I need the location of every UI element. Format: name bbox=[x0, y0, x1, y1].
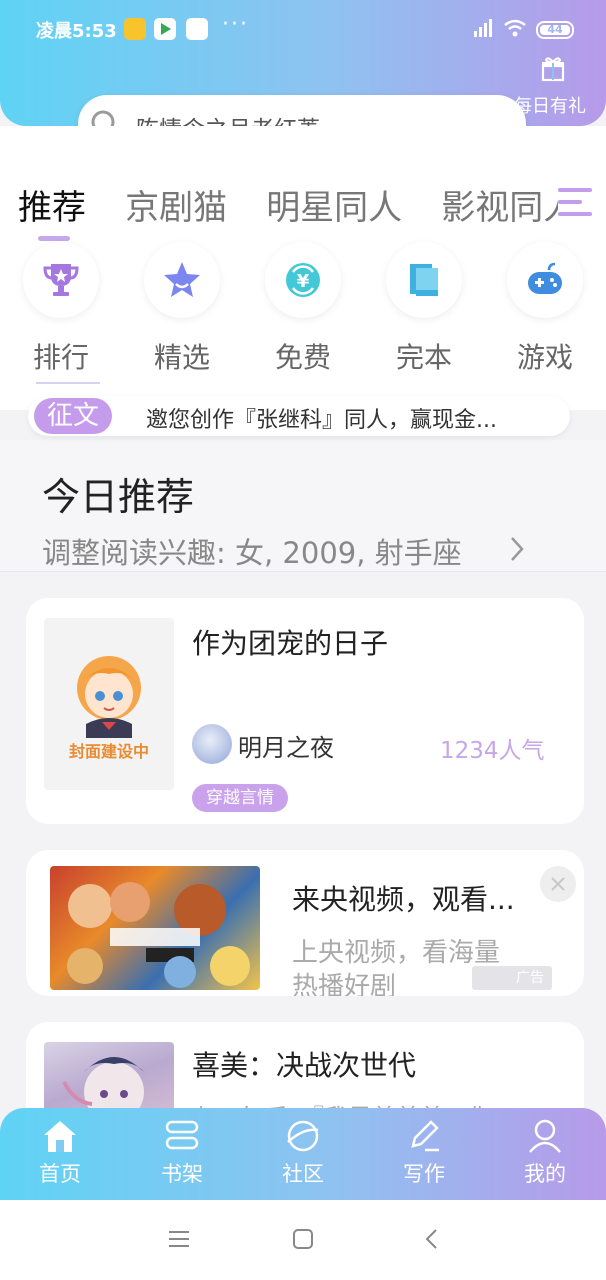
quick-link-free[interactable]: ¥ 免费 bbox=[261, 242, 345, 376]
quick-link-label: 精选 bbox=[153, 341, 210, 374]
nav-label: 社区 bbox=[282, 1162, 324, 1186]
quick-link-free-circle: ¥ bbox=[265, 242, 341, 318]
svg-text:¥: ¥ bbox=[297, 271, 310, 292]
quick-link-label: 排行 bbox=[32, 341, 89, 374]
book-title[interactable]: 作为团宠的日子 bbox=[192, 622, 388, 662]
tab-tv-fanfic[interactable]: 影视同人 bbox=[441, 180, 558, 229]
user-icon bbox=[529, 1119, 561, 1153]
close-icon bbox=[551, 877, 565, 891]
contest-notice[interactable]: 征文 邀您创作『张继科』同人，赢现金... bbox=[28, 396, 570, 436]
planet-icon bbox=[287, 1120, 319, 1152]
menu-icon[interactable] bbox=[166, 1226, 192, 1252]
active-tab-indicator bbox=[38, 236, 70, 241]
nav-home[interactable]: 首页 bbox=[10, 1118, 110, 1188]
mi-app-icon bbox=[186, 18, 208, 40]
ad-card[interactable]: 来央视频，观看... 上央视频，看海量热播好剧 广告 bbox=[26, 850, 584, 996]
cover-placeholder-label: 封面建设中 bbox=[68, 742, 149, 761]
book-title[interactable]: 喜美：决战次世代 bbox=[192, 1044, 416, 1084]
contest-badge: 征文 bbox=[34, 398, 112, 434]
tab-celebrity-fanfic[interactable]: 明星同人 bbox=[266, 180, 402, 229]
ad-badge: 广告 bbox=[472, 966, 552, 990]
quick-link-featured-circle bbox=[144, 242, 220, 318]
wifi-icon bbox=[504, 19, 526, 37]
system-navigation-bar bbox=[0, 1200, 606, 1280]
nav-write[interactable]: 写作 bbox=[374, 1118, 474, 1188]
ad-title[interactable]: 来央视频，观看... bbox=[292, 878, 515, 918]
nav-community[interactable]: 社区 bbox=[253, 1118, 353, 1188]
yuan-icon: ¥ bbox=[286, 263, 320, 297]
battery-level: 44 bbox=[540, 24, 570, 35]
author-avatar[interactable] bbox=[192, 724, 232, 764]
quick-link-ranking-circle bbox=[23, 242, 99, 318]
reading-preferences-link[interactable]: 调整阅读兴趣: 女, 2009, 射手座 bbox=[42, 530, 462, 572]
book-card[interactable]: 封面建设中 作为团宠的日子 明月之夜 1234人气 穿越言情 bbox=[26, 598, 584, 824]
quick-links-indicator bbox=[36, 382, 100, 384]
ad-illustration bbox=[67, 882, 250, 988]
book-cover: 封面建设中 bbox=[44, 618, 174, 790]
notification-app-icon bbox=[124, 18, 146, 40]
bookshelf-icon bbox=[165, 1120, 199, 1150]
today-title: 今日推荐 bbox=[42, 475, 195, 519]
contest-notice-text: 邀您创作『张继科』同人，赢现金... bbox=[146, 408, 497, 433]
gamepad-icon bbox=[528, 262, 562, 294]
bottom-navigation: 首页 书架 社区 写作 我的 bbox=[0, 1108, 606, 1200]
nav-label: 首页 bbox=[39, 1162, 81, 1186]
book-icon bbox=[410, 264, 438, 296]
trophy-icon bbox=[43, 264, 79, 296]
author-name[interactable]: 明月之夜 bbox=[238, 728, 334, 763]
category-tabs: 推荐 京剧猫 明星同人 影视同人 bbox=[18, 180, 558, 230]
quick-link-featured[interactable]: 精选 bbox=[140, 242, 224, 376]
status-bar: 凌晨5:53 ··· 44 bbox=[0, 0, 606, 60]
gift-icon[interactable] bbox=[540, 56, 566, 82]
back-icon[interactable] bbox=[420, 1226, 446, 1252]
home-square-icon[interactable] bbox=[290, 1226, 316, 1252]
tab-jingjumao[interactable]: 京剧猫 bbox=[125, 180, 227, 229]
quick-link-label: 完本 bbox=[395, 341, 452, 374]
quick-link-games-circle bbox=[507, 242, 583, 318]
quick-link-label: 游戏 bbox=[516, 341, 573, 374]
genre-tag[interactable]: 穿越言情 bbox=[192, 784, 288, 812]
category-menu-icon[interactable] bbox=[558, 182, 594, 222]
placeholder-avatar-image bbox=[77, 656, 141, 738]
tab-recommend[interactable]: 推荐 bbox=[18, 180, 86, 229]
nav-label: 写作 bbox=[403, 1162, 445, 1186]
nav-bookshelf[interactable]: 书架 bbox=[132, 1118, 232, 1188]
quick-link-completed[interactable]: 完本 bbox=[382, 242, 466, 376]
pen-icon bbox=[411, 1120, 439, 1152]
daily-gift-label[interactable]: 每日有礼 bbox=[514, 92, 586, 118]
battery-icon: 44 bbox=[536, 21, 574, 39]
status-time: 凌晨5:53 bbox=[36, 21, 117, 42]
quick-link-label: 免费 bbox=[274, 341, 331, 374]
nav-label: 我的 bbox=[524, 1162, 566, 1186]
nav-profile[interactable]: 我的 bbox=[495, 1118, 595, 1188]
quick-link-completed-circle bbox=[386, 242, 462, 318]
nav-label: 书架 bbox=[161, 1162, 203, 1186]
quick-link-ranking[interactable]: 排行 bbox=[19, 242, 103, 376]
more-notifications-icon: ··· bbox=[222, 12, 249, 37]
popularity-count: 1234人气 bbox=[440, 738, 545, 764]
quick-link-games[interactable]: 游戏 bbox=[503, 242, 587, 376]
star-icon bbox=[164, 262, 200, 297]
home-icon bbox=[44, 1121, 76, 1152]
close-ad-button[interactable] bbox=[540, 866, 576, 902]
signal-icon bbox=[474, 19, 492, 37]
ad-image[interactable] bbox=[50, 866, 260, 990]
play-store-icon bbox=[154, 18, 176, 40]
chevron-right-icon[interactable] bbox=[510, 536, 524, 562]
